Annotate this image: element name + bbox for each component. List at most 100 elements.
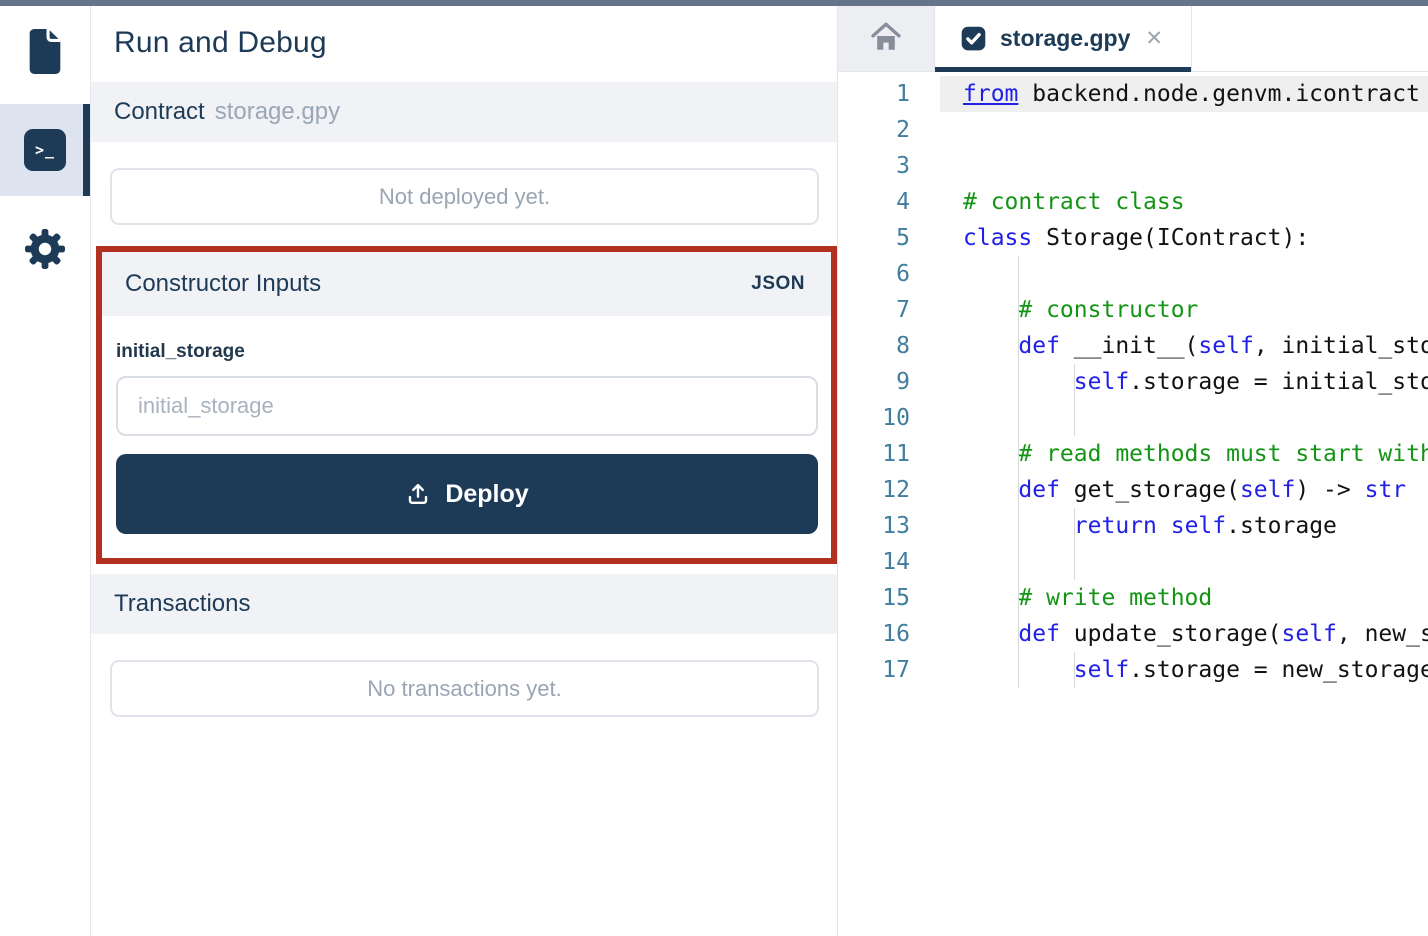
code-line[interactable]: 13 return self.storage [838, 508, 1428, 544]
line-number: 14 [838, 544, 940, 580]
code-line-text[interactable]: class Storage(IContract): [940, 220, 1428, 256]
code-line[interactable]: 11 # read methods must start with [838, 436, 1428, 472]
activity-bar: >_ [0, 6, 91, 936]
code-line[interactable]: 2 [838, 112, 1428, 148]
code-token: self [1074, 657, 1129, 683]
gear-icon [21, 225, 69, 276]
code-token [963, 513, 1074, 539]
code-line[interactable]: 7 # constructor [838, 292, 1428, 328]
code-token [963, 333, 1018, 359]
constructor-section-body: initial_storage Deploy [102, 316, 831, 558]
code-token: self [1282, 621, 1337, 647]
file-icon [22, 26, 68, 79]
line-number: 4 [838, 184, 940, 220]
code-token: __init__( [1060, 333, 1198, 359]
code-line-text[interactable]: def get_storage(self) -> str [940, 472, 1428, 508]
line-number: 3 [838, 148, 940, 184]
constructor-inputs-highlighted-section: Constructor Inputs JSON initial_storage … [96, 246, 837, 564]
line-number: 15 [838, 580, 940, 616]
code-line-text[interactable]: self.storage = new_storage [940, 652, 1428, 688]
sidebar-item-run-debug[interactable]: >_ [0, 104, 90, 196]
code-line[interactable]: 5class Storage(IContract): [838, 220, 1428, 256]
code-line-text[interactable]: return self.storage [940, 508, 1428, 544]
code-line-text[interactable]: self.storage = initial_sto [940, 364, 1428, 400]
line-number: 16 [838, 616, 940, 652]
code-token: self [1198, 333, 1253, 359]
code-token: get_storage( [1060, 477, 1240, 503]
transactions-empty-box: No transactions yet. [110, 660, 819, 717]
code-line[interactable]: 3 [838, 148, 1428, 184]
code-line[interactable]: 14 [838, 544, 1428, 580]
transactions-title: Transactions [114, 590, 251, 618]
line-number: 9 [838, 364, 940, 400]
transactions-empty-text: No transactions yet. [367, 676, 561, 702]
code-line-text[interactable]: # write method [940, 580, 1428, 616]
code-line[interactable]: 1from backend.node.genvm.icontract [838, 76, 1428, 112]
contract-filename: storage.gpy [215, 98, 340, 126]
code-token: update_storage( [1060, 621, 1282, 647]
terminal-icon: >_ [24, 129, 66, 171]
home-icon [869, 21, 903, 56]
transactions-section-body: No transactions yet. [91, 634, 837, 738]
code-line-text[interactable]: # read methods must start with [940, 436, 1428, 472]
code-line[interactable]: 17 self.storage = new_storage [838, 652, 1428, 688]
deploy-button[interactable]: Deploy [116, 454, 818, 534]
code-token [963, 621, 1018, 647]
code-line[interactable]: 15 # write method [838, 580, 1428, 616]
code-line[interactable]: 8 def __init__(self, initial_sto [838, 328, 1428, 364]
code-token: class [963, 225, 1032, 251]
sidebar-item-files[interactable] [0, 16, 90, 88]
editor-pane: storage.gpy ✕ 1from backend.node.genvm.i… [838, 6, 1428, 936]
code-line-text[interactable]: from backend.node.genvm.icontract [940, 76, 1428, 112]
checked-file-icon [960, 25, 987, 52]
code-line[interactable]: 16 def update_storage(self, new_s [838, 616, 1428, 652]
code-line-text[interactable]: # contract class [940, 184, 1428, 220]
code-token: , new_s [1337, 621, 1428, 647]
tab-storage-gpy[interactable]: storage.gpy ✕ [935, 6, 1192, 71]
code-token [963, 441, 1018, 467]
initial-storage-input[interactable] [116, 376, 818, 436]
line-number: 6 [838, 256, 940, 292]
code-editor[interactable]: 1from backend.node.genvm.icontract234# c… [838, 72, 1428, 936]
code-line[interactable]: 4# contract class [838, 184, 1428, 220]
code-line-text[interactable] [940, 112, 1428, 148]
code-token: def [1018, 477, 1060, 503]
deploy-status-text: Not deployed yet. [379, 184, 550, 210]
code-line-text[interactable] [940, 148, 1428, 184]
code-token: return [1074, 513, 1157, 539]
code-token: self [1074, 369, 1129, 395]
deploy-button-label: Deploy [445, 480, 528, 509]
code-token: # read methods must start with [1018, 441, 1428, 467]
code-line[interactable]: 12 def get_storage(self) -> str [838, 472, 1428, 508]
code-token [963, 477, 1018, 503]
code-token [963, 369, 1074, 395]
line-number: 12 [838, 472, 940, 508]
code-line-text[interactable] [940, 256, 1428, 292]
code-line-text[interactable]: def update_storage(self, new_s [940, 616, 1428, 652]
transactions-section-header: Transactions [91, 574, 837, 634]
code-line-text[interactable]: # constructor [940, 292, 1428, 328]
code-token: backend.node.genvm.icontract [1018, 81, 1420, 107]
json-toggle-button[interactable]: JSON [751, 273, 805, 295]
sidebar-item-settings[interactable] [0, 214, 90, 286]
code-line[interactable]: 9 self.storage = initial_sto [838, 364, 1428, 400]
code-token [963, 297, 1018, 323]
close-icon[interactable]: ✕ [1143, 26, 1165, 51]
code-line-text[interactable] [940, 544, 1428, 580]
contract-section-body: Not deployed yet. [91, 142, 837, 246]
constructor-section-header: Constructor Inputs JSON [102, 252, 831, 316]
line-number: 10 [838, 400, 940, 436]
line-number: 8 [838, 328, 940, 364]
code-line-text[interactable]: def __init__(self, initial_sto [940, 328, 1428, 364]
code-token: ) -> [1295, 477, 1364, 503]
code-token: , initial_sto [1254, 333, 1428, 359]
code-line-text[interactable] [940, 400, 1428, 436]
line-number: 13 [838, 508, 940, 544]
home-tab-button[interactable] [838, 6, 935, 71]
line-number: 11 [838, 436, 940, 472]
line-number: 1 [838, 76, 940, 112]
page-title: Run and Debug [91, 6, 837, 82]
code-line[interactable]: 6 [838, 256, 1428, 292]
code-line[interactable]: 10 [838, 400, 1428, 436]
deploy-status-box: Not deployed yet. [110, 168, 819, 225]
